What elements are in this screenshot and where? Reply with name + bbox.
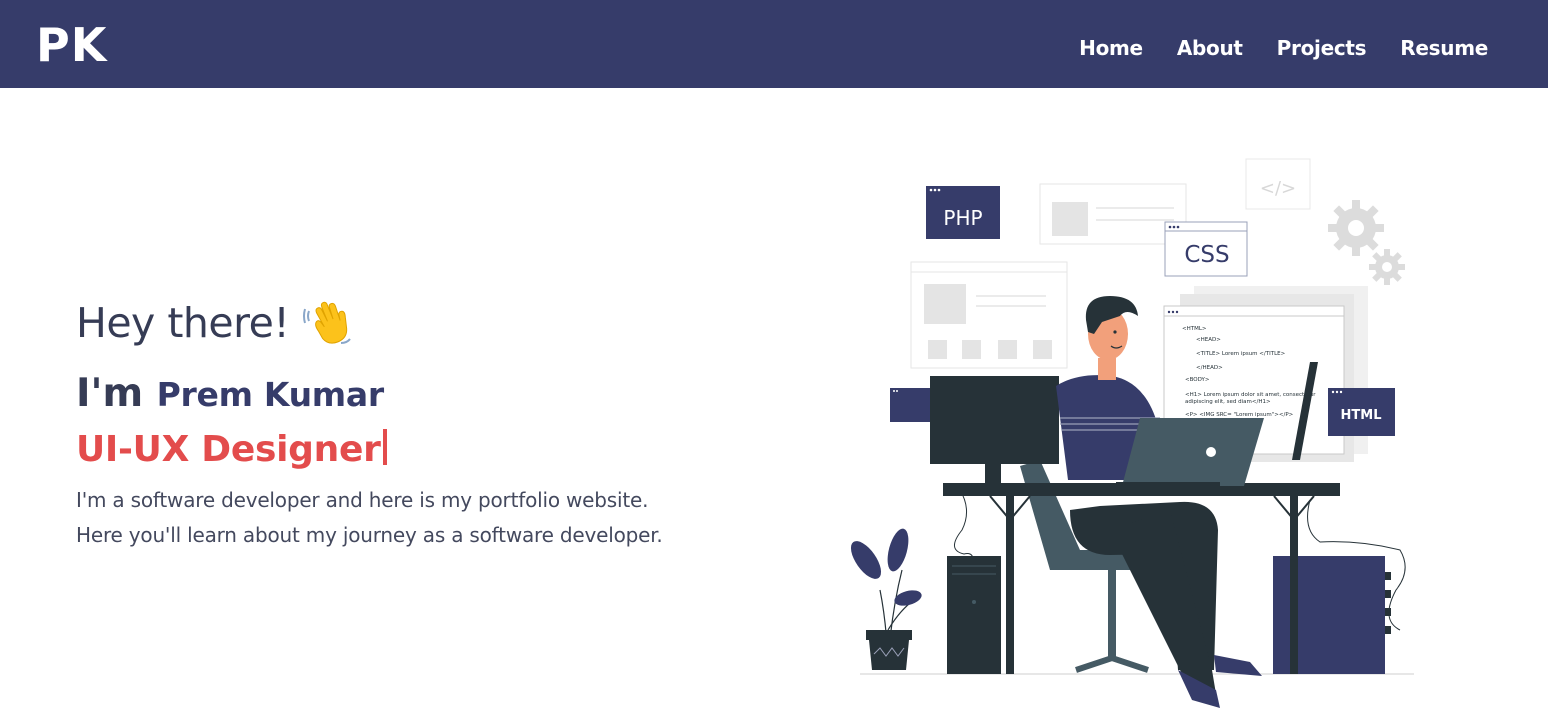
- logo[interactable]: PK: [36, 18, 107, 72]
- developer-illustration: </> PHP CSS <HTML> <HEAD> <TITLE> Lorem …: [840, 150, 1420, 720]
- hero-text: Hey there! I'm Prem Kumar UI-UX Designer…: [76, 292, 716, 553]
- svg-text:<TITLE> Lorem ipsum </TITLE>: <TITLE> Lorem ipsum </TITLE>: [1196, 351, 1286, 357]
- greeting-text: Hey there!: [76, 299, 290, 347]
- html-window: HTML: [1328, 388, 1395, 436]
- greeting-heading: Hey there!: [76, 292, 716, 354]
- svg-text:adipiscing elit, sed diam</H1>: adipiscing elit, sed diam</H1>: [1185, 399, 1271, 405]
- svg-text:<HTML>: <HTML>: [1182, 326, 1207, 332]
- laptop: [1116, 418, 1264, 487]
- nav-link-resume[interactable]: Resume: [1400, 32, 1488, 64]
- svg-text:CSS: CSS: [1184, 242, 1229, 268]
- svg-text:<HEAD>: <HEAD>: [1196, 337, 1221, 343]
- svg-text:<BODY>: <BODY>: [1185, 377, 1210, 383]
- php-window: PHP: [926, 186, 1000, 239]
- svg-text:</HEAD>: </HEAD>: [1196, 365, 1223, 371]
- typing-cursor: [382, 429, 387, 465]
- hero-description: I'm a software developer and here is my …: [76, 483, 716, 553]
- svg-text:PHP: PHP: [943, 206, 982, 230]
- role-text: UI-UX Designer: [76, 429, 381, 470]
- plant: [850, 528, 922, 670]
- intro-prefix: I'm: [76, 371, 144, 416]
- nav-link-home[interactable]: Home: [1079, 32, 1143, 64]
- pc-tower-left: [947, 556, 1001, 674]
- intro-heading: I'm Prem Kumar: [76, 368, 716, 421]
- nav-link-projects[interactable]: Projects: [1277, 32, 1367, 64]
- description-line-2: Here you'll learn about my journey as a …: [76, 523, 663, 547]
- code-icon-window: </>: [1245, 158, 1311, 210]
- svg-text:HTML: HTML: [1341, 408, 1382, 423]
- svg-text:<P> <IMG SRC= "Lorem ipsum"></: <P> <IMG SRC= "Lorem ipsum"></P>: [1185, 412, 1294, 418]
- svg-text:<H1> Lorem ipsum dolor sit ame: <H1> Lorem ipsum dolor sit amet, consect…: [1185, 392, 1316, 398]
- gear-icon: [1328, 200, 1405, 285]
- top-navbar: PK Home About Projects Resume: [0, 0, 1548, 88]
- role-typing-text: UI-UX Designer: [76, 423, 716, 477]
- css-window: CSS: [1164, 221, 1248, 277]
- main-nav: Home About Projects Resume: [1079, 32, 1488, 64]
- name-text: Prem Kumar: [156, 375, 384, 414]
- waving-hand-icon: [303, 297, 355, 349]
- nav-link-about[interactable]: About: [1177, 32, 1243, 64]
- svg-text:</>: </>: [1260, 178, 1296, 199]
- description-line-1: I'm a software developer and here is my …: [76, 488, 649, 512]
